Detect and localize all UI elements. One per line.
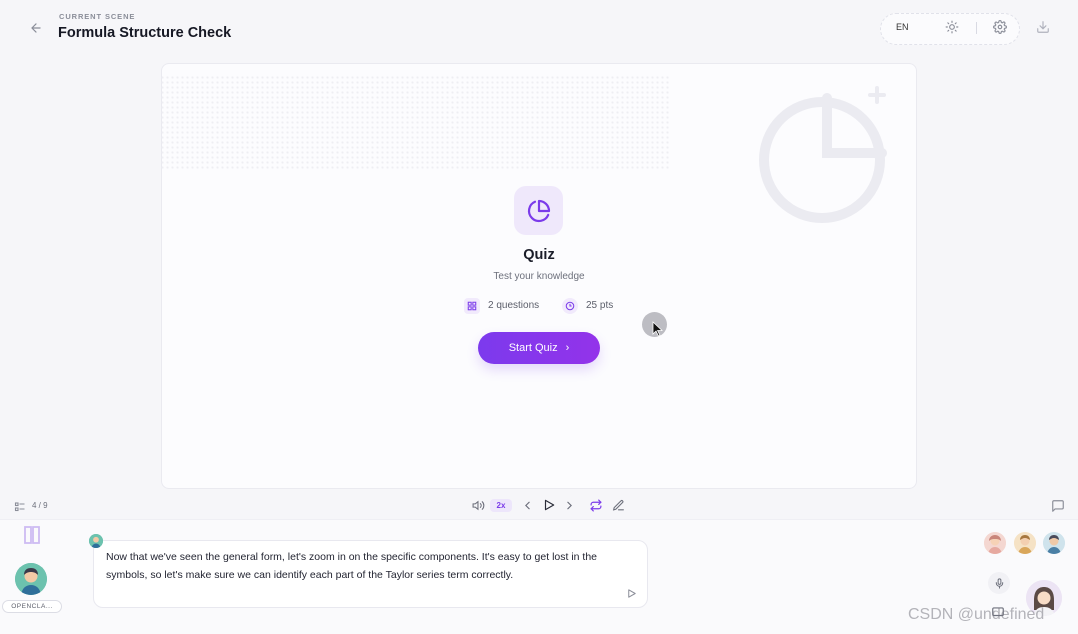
language-button[interactable]: EN	[896, 22, 909, 32]
gear-icon[interactable]	[993, 20, 1009, 36]
book-icon[interactable]	[23, 524, 41, 546]
points-value: 25 pts	[586, 300, 614, 311]
next-icon[interactable]	[563, 499, 576, 512]
slides-icon[interactable]	[14, 500, 26, 512]
chat-icon[interactable]	[1051, 499, 1065, 513]
start-quiz-button[interactable]: Start Quiz ›	[478, 332, 600, 364]
list-icon	[464, 298, 480, 314]
arrow-left-icon	[31, 23, 41, 33]
replay-icon[interactable]	[626, 586, 637, 598]
download-icon[interactable]	[1036, 20, 1052, 36]
mouse-pointer-icon	[652, 321, 664, 337]
watermark: CSDN @undefined	[908, 606, 1045, 623]
microphone-button[interactable]	[988, 572, 1010, 594]
student-avatar[interactable]	[1043, 532, 1065, 554]
scene-kicker: CURRENT SCENE	[59, 12, 136, 21]
microphone-icon	[995, 577, 1003, 589]
speaker-avatar	[89, 534, 103, 548]
slide-counter: 4 / 9	[32, 501, 48, 510]
agent-name-badge: OPENCLA...	[2, 600, 62, 613]
pen-icon[interactable]	[612, 499, 625, 512]
pie-chart-icon	[514, 186, 563, 235]
prev-icon[interactable]	[521, 499, 534, 512]
quiz-subtitle: Test your knowledge	[493, 271, 585, 282]
back-button[interactable]	[26, 18, 46, 38]
volume-icon[interactable]	[472, 499, 485, 512]
timer-icon	[562, 298, 578, 314]
decorative-dots	[160, 75, 670, 170]
toolbar-divider	[976, 22, 977, 34]
speech-text: Now that we've seen the general form, le…	[106, 551, 598, 581]
student-avatar[interactable]	[984, 532, 1006, 554]
play-icon[interactable]	[542, 498, 556, 512]
speed-button[interactable]: 2x	[490, 499, 512, 512]
student-avatar[interactable]	[1014, 532, 1036, 554]
question-count: 2 questions	[488, 300, 540, 311]
loop-icon[interactable]	[589, 499, 603, 512]
quiz-title: Quiz	[523, 247, 555, 263]
start-quiz-label: Start Quiz	[508, 342, 558, 354]
page-title: Formula Structure Check	[58, 25, 232, 41]
sun-icon[interactable]	[945, 20, 961, 36]
teacher-avatar[interactable]	[15, 563, 47, 595]
chevron-right-icon: ›	[565, 342, 570, 354]
decorative-clock-icon	[752, 78, 902, 228]
